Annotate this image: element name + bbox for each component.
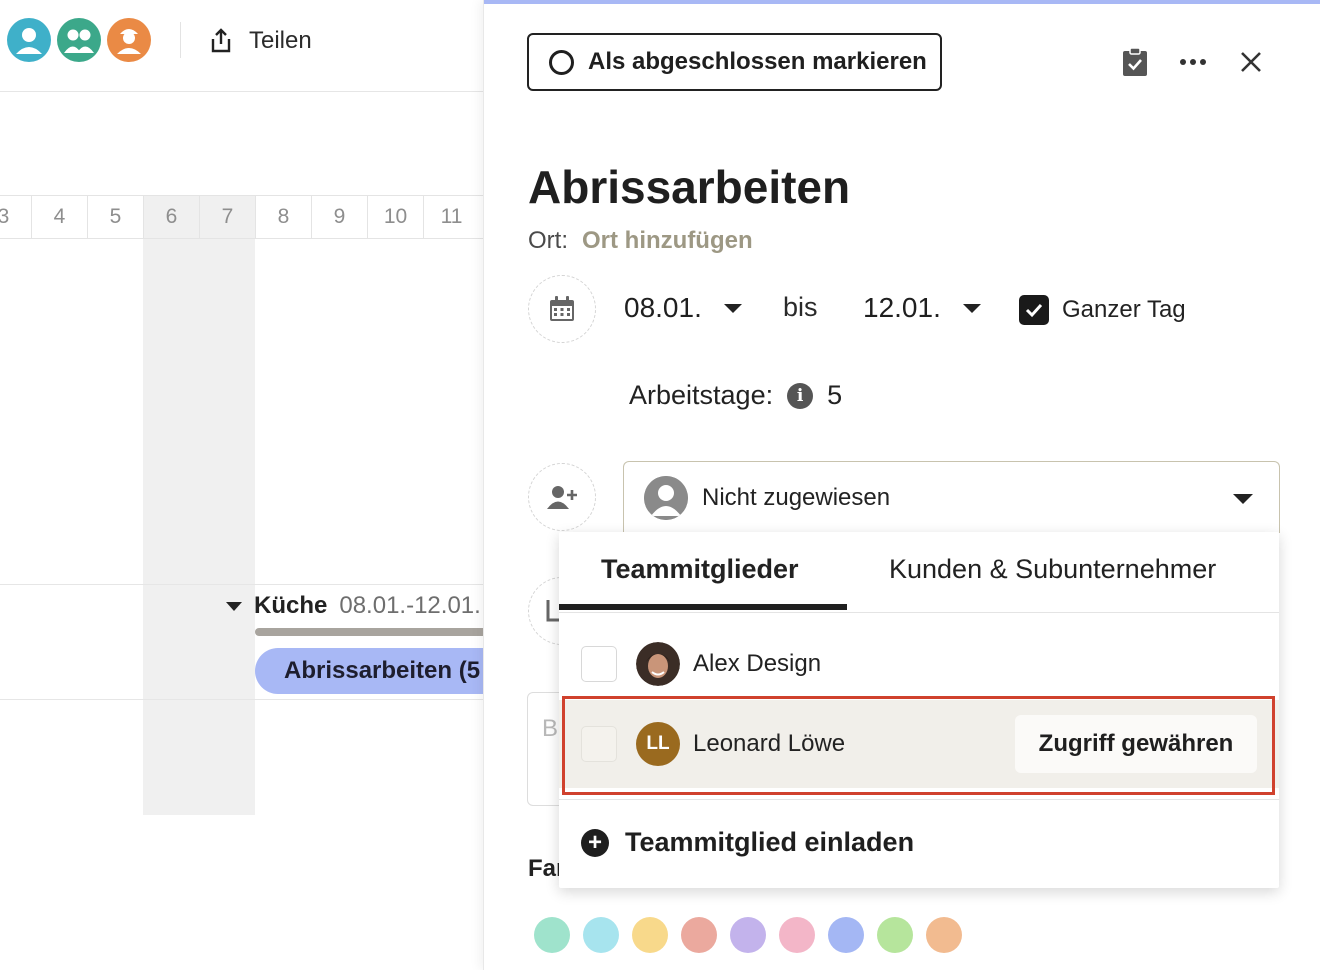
location-row: Ort: Ort hinzufügen — [528, 227, 753, 255]
group-summary-bar — [255, 628, 483, 636]
add-location-link[interactable]: Ort hinzufügen — [582, 227, 753, 255]
panel-accent-line — [484, 0, 1320, 4]
info-icon[interactable]: i — [787, 382, 814, 409]
group-dates: 08.01.-12.01. — [339, 592, 481, 619]
invite-team-member-button[interactable]: + Teammitglied einladen — [581, 827, 914, 858]
workdays-value: 5 — [827, 380, 843, 410]
grant-access-button[interactable]: Zugriff gewähren — [1015, 715, 1257, 773]
day-cell: 6 — [143, 196, 199, 238]
day-cell: 4 — [31, 196, 87, 238]
group-name: Küche — [254, 592, 328, 619]
checkmark-icon — [1019, 295, 1049, 325]
user-avatar-icon[interactable] — [7, 18, 51, 62]
add-person-icon — [528, 463, 596, 531]
alex-photo-avatar — [636, 642, 680, 686]
all-day-checkbox[interactable]: Ganzer Tag — [1019, 295, 1186, 325]
end-date-select[interactable]: 12.01. — [863, 292, 981, 324]
workdays-label: Arbeitstage: — [629, 380, 774, 410]
task-bar-label: Abrissarbeiten (5 — [284, 657, 481, 684]
assignee-dropdown: Teammitglieder Kunden & Subunternehmer A… — [559, 532, 1279, 888]
day-cell: 7 — [199, 196, 255, 238]
until-label: bis — [783, 292, 818, 322]
more-options-icon[interactable] — [1175, 44, 1211, 80]
topbar-divider — [180, 22, 181, 58]
active-tab-indicator — [559, 604, 847, 610]
day-cell: 9 — [311, 196, 367, 238]
calendar-icon — [528, 275, 596, 343]
color-swatches — [534, 917, 962, 953]
color-swatch[interactable] — [828, 917, 864, 953]
share-button[interactable]: Teilen — [207, 24, 312, 58]
assignee-select[interactable]: Nicht zugewiesen — [623, 461, 1280, 533]
color-swatch[interactable] — [534, 917, 570, 953]
mark-complete-button[interactable]: Als abgeschlossen markieren — [527, 33, 942, 91]
assignee-value: Nicht zugewiesen — [702, 483, 891, 511]
day-cell: 8 — [255, 196, 311, 238]
color-swatch[interactable] — [632, 917, 668, 953]
color-swatch[interactable] — [877, 917, 913, 953]
close-icon[interactable] — [1233, 44, 1269, 80]
gantt-area: Teilen 3 4 5 6 7 8 9 10 11 Küche 08.01.-… — [0, 0, 483, 970]
team-avatar-icon[interactable] — [57, 18, 101, 62]
share-label: Teilen — [249, 27, 312, 54]
member-row-leonard[interactable]: LL Leonard Löwe Zugriff gewähren — [559, 700, 1279, 788]
member-checkbox[interactable] — [581, 726, 617, 762]
color-swatch[interactable] — [681, 917, 717, 953]
weekend-column — [143, 196, 255, 815]
row-divider — [0, 584, 483, 585]
share-icon — [211, 28, 231, 53]
member-checkbox[interactable] — [581, 646, 617, 682]
plus-circle-icon: + — [581, 828, 609, 857]
clipboard-check-icon[interactable] — [1117, 44, 1153, 80]
chevron-down-icon — [962, 303, 981, 313]
member-name: Leonard Löwe — [693, 730, 846, 757]
day-cell: 11 — [423, 196, 479, 238]
task-bar[interactable]: Abrissarbeiten (5 — [255, 648, 483, 694]
tab-team-members[interactable]: Teammitglieder — [601, 554, 799, 585]
mark-complete-label: Als abgeschlossen markieren — [588, 48, 927, 75]
task-title[interactable]: Abrissarbeiten — [528, 160, 850, 214]
all-day-label: Ganzer Tag — [1062, 296, 1186, 323]
chevron-down-icon — [1233, 494, 1253, 504]
workdays-row: Arbeitstage: i 5 — [629, 380, 842, 411]
invite-label: Teammitglied einladen — [625, 827, 915, 857]
collapse-caret-icon[interactable] — [226, 601, 242, 611]
worker-avatar-icon[interactable] — [107, 18, 151, 62]
end-date-value: 12.01. — [863, 292, 941, 323]
chevron-down-icon — [723, 303, 742, 313]
initials-avatar: LL — [636, 722, 680, 766]
start-date-value: 08.01. — [624, 292, 702, 323]
circle-icon — [549, 49, 574, 75]
group-row[interactable]: Küche 08.01.-12.01. — [226, 592, 481, 620]
day-cell: 3 — [0, 196, 31, 238]
start-date-select[interactable]: 08.01. — [624, 292, 742, 324]
member-name: Alex Design — [693, 650, 822, 677]
invite-divider — [559, 799, 1279, 800]
day-cell: 5 — [87, 196, 143, 238]
day-header: 3 4 5 6 7 8 9 10 11 — [0, 195, 483, 239]
topbar-border — [0, 91, 483, 92]
color-swatch[interactable] — [926, 917, 962, 953]
location-label: Ort: — [528, 227, 568, 254]
tab-clients-subcontractors[interactable]: Kunden & Subunternehmer — [889, 554, 1216, 585]
member-row-alex[interactable]: Alex Design — [559, 620, 1279, 708]
color-swatch[interactable] — [583, 917, 619, 953]
row-divider — [0, 699, 483, 700]
color-swatch[interactable] — [730, 917, 766, 953]
color-swatch[interactable] — [779, 917, 815, 953]
default-avatar-icon — [644, 475, 688, 520]
tab-divider — [559, 612, 1279, 613]
day-cell: 10 — [367, 196, 423, 238]
